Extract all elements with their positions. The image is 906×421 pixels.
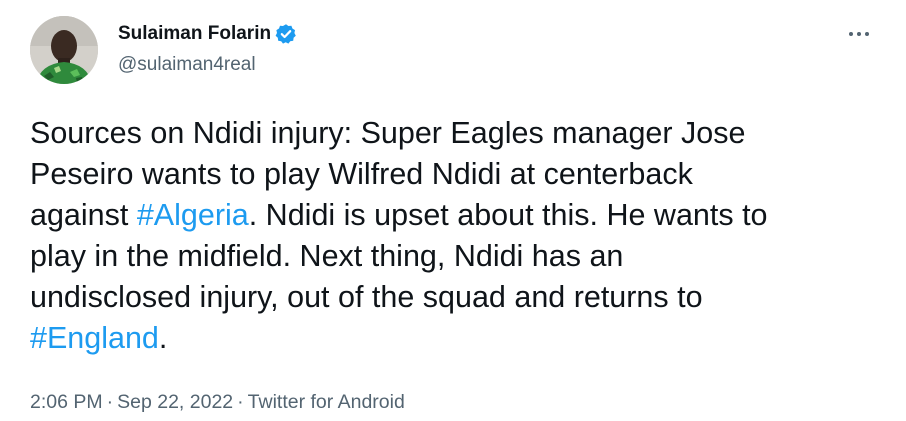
- tweet-card: Sulaiman Folarin @sulaiman4real Sources …: [0, 0, 906, 421]
- avatar[interactable]: [30, 16, 98, 84]
- more-horizontal-icon: [849, 32, 853, 36]
- tweet-line: undisclosed injury, out of the squad and…: [30, 280, 703, 314]
- tweet-metadata: 2:06 PM · Sep 22, 2022 · Twitter for Android: [30, 389, 405, 415]
- author-display-name[interactable]: Sulaiman Folarin: [118, 23, 271, 45]
- tweet-line: play in the midfield. Next thing, Ndidi …: [30, 239, 624, 273]
- hashtag-england-link[interactable]: #England: [30, 321, 159, 355]
- separator-dot: ·: [237, 391, 244, 413]
- verified-badge-icon: [275, 23, 297, 45]
- avatar-image: [30, 16, 98, 84]
- tweet-line: Sources on Ndidi injury: Super Eagles ma…: [30, 116, 746, 150]
- tweet-line: #England.: [30, 321, 168, 355]
- author-name-row[interactable]: Sulaiman Folarin: [118, 20, 297, 48]
- separator-dot: ·: [106, 391, 114, 413]
- more-options-button[interactable]: [842, 22, 876, 46]
- tweet-line: against #Algeria. Ndidi is upset about t…: [30, 198, 768, 232]
- author-handle[interactable]: @sulaiman4real: [118, 54, 256, 76]
- tweet-text: Sources on Ndidi injury: Super Eagles ma…: [30, 113, 880, 359]
- tweet-date[interactable]: Sep 22, 2022: [117, 391, 233, 413]
- tweet-line: Peseiro wants to play Wilfred Ndidi at c…: [30, 157, 693, 191]
- tweet-source-link[interactable]: Twitter for Android: [248, 391, 405, 413]
- tweet-time[interactable]: 2:06 PM: [30, 391, 103, 413]
- hashtag-algeria-link[interactable]: #Algeria: [137, 198, 249, 232]
